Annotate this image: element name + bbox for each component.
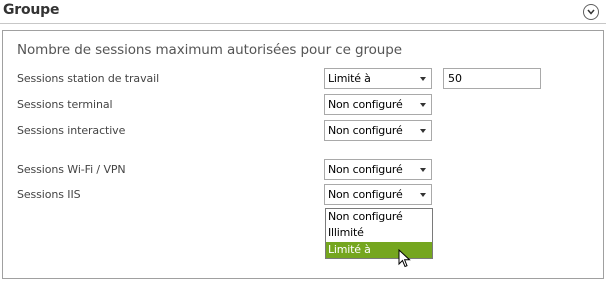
- interactive-sessions-label: Sessions interactive: [17, 124, 126, 137]
- option-illimite[interactable]: Illimité: [326, 225, 432, 241]
- select-value: Non configuré: [328, 163, 403, 176]
- collapse-button[interactable]: [583, 4, 599, 20]
- wifi-vpn-sessions-select[interactable]: Non configuré: [324, 159, 432, 180]
- dropdown-arrow-icon: [420, 77, 426, 81]
- dropdown-arrow-icon: [420, 193, 426, 197]
- workstation-sessions-limit-input[interactable]: [443, 68, 541, 89]
- option-non-configure[interactable]: Non configuré: [326, 209, 432, 225]
- group-title: Groupe: [3, 2, 60, 18]
- section-title: Nombre de sessions maximum autorisées po…: [17, 42, 402, 58]
- header-divider: [0, 23, 606, 24]
- terminal-sessions-label: Sessions terminal: [17, 98, 113, 111]
- iis-sessions-dropdown-list: Non configuré Illimité Limité à: [325, 208, 433, 259]
- workstation-sessions-select[interactable]: Limité à: [324, 68, 432, 89]
- group-header: Groupe: [0, 0, 606, 25]
- iis-sessions-select[interactable]: Non configuré: [324, 184, 432, 205]
- select-value: Non configuré: [328, 188, 403, 201]
- dropdown-arrow-icon: [420, 168, 426, 172]
- workstation-sessions-label: Sessions station de travail: [17, 72, 160, 85]
- wifi-vpn-sessions-label: Sessions Wi-Fi / VPN: [17, 163, 126, 176]
- select-value: Non configuré: [328, 124, 403, 137]
- dropdown-arrow-icon: [420, 129, 426, 133]
- mouse-cursor-icon: [398, 249, 411, 268]
- interactive-sessions-select[interactable]: Non configuré: [324, 120, 432, 141]
- terminal-sessions-select[interactable]: Non configuré: [324, 94, 432, 115]
- select-value: Non configuré: [328, 98, 403, 111]
- dropdown-arrow-icon: [420, 103, 426, 107]
- option-limite-a[interactable]: Limité à: [326, 242, 432, 258]
- chevron-down-icon: [587, 9, 595, 15]
- select-value: Limité à: [328, 72, 371, 85]
- iis-sessions-label: Sessions IIS: [17, 188, 81, 201]
